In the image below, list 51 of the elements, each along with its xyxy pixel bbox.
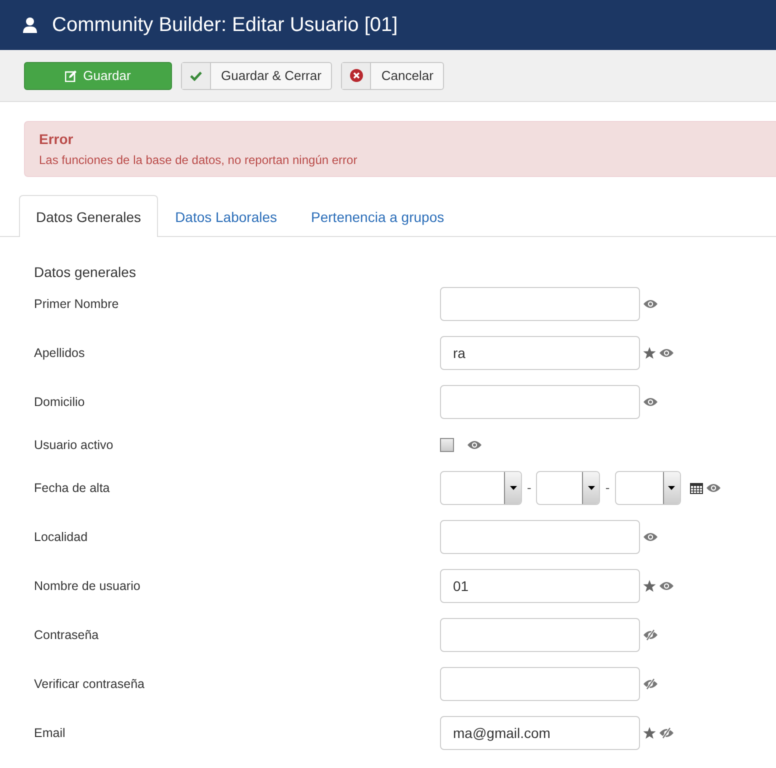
eye-icon — [643, 532, 658, 542]
field-label: Usuario activo — [34, 438, 114, 452]
field-label: Email — [34, 726, 66, 740]
alert-message: Las funciones de la base de datos, no reportan ningún error — [39, 153, 358, 167]
field-label: Verificar contraseña — [34, 676, 146, 690]
field-label: Domicilio — [34, 394, 86, 408]
page-title: Community Builder: Editar Usuario [01] — [52, 14, 398, 36]
cancel-button[interactable]: Cancelar — [341, 62, 444, 90]
text-field[interactable]: 01 — [440, 568, 640, 602]
text-field[interactable] — [440, 618, 640, 652]
field-label: Apellidos — [34, 346, 86, 360]
save-close-button[interactable]: Guardar & Cerrar — [181, 62, 332, 90]
section-title: Datos generales — [33, 263, 137, 279]
date-select[interactable] — [536, 470, 600, 504]
user-icon — [22, 17, 38, 33]
text-field[interactable] — [440, 666, 640, 700]
date-separator: - — [605, 480, 610, 495]
eye-slash-icon — [643, 678, 658, 690]
eye-icon — [659, 348, 674, 358]
date-select[interactable] — [614, 470, 681, 504]
text-field[interactable] — [440, 520, 640, 554]
field-label: Contraseña — [34, 628, 100, 642]
eye-icon — [706, 482, 721, 492]
edit-icon — [65, 70, 78, 82]
eye-icon — [643, 396, 658, 406]
text-field[interactable]: ra — [440, 336, 640, 370]
eye-slash-icon — [643, 628, 658, 640]
caret-icon — [588, 486, 595, 490]
tab[interactable]: Datos Laborales — [158, 195, 294, 237]
field-label: Localidad — [34, 530, 89, 544]
alert-title: Error — [39, 131, 74, 147]
date-select[interactable] — [440, 470, 522, 504]
field-label: Fecha de alta — [34, 480, 111, 494]
cancel-icon — [350, 69, 363, 82]
text-field[interactable] — [440, 384, 640, 418]
eye-icon — [659, 580, 674, 590]
text-field[interactable]: ma@gmail.com — [440, 716, 640, 750]
field-label: Primer Nombre — [34, 296, 120, 310]
caret-icon — [668, 486, 676, 490]
eye-icon — [643, 298, 658, 308]
eye-slash-icon — [659, 726, 674, 738]
text-field[interactable] — [440, 286, 640, 320]
date-separator: - — [527, 480, 532, 495]
calendar-icon — [690, 482, 703, 494]
caret-icon — [510, 486, 516, 490]
tab[interactable]: Pertenencia a grupos — [294, 195, 462, 237]
tab[interactable]: Datos Generales — [19, 195, 158, 237]
checkbox[interactable] — [440, 438, 454, 452]
field-label: Nombre de usuario — [34, 578, 142, 592]
check-icon — [190, 70, 202, 80]
eye-icon — [467, 440, 482, 450]
